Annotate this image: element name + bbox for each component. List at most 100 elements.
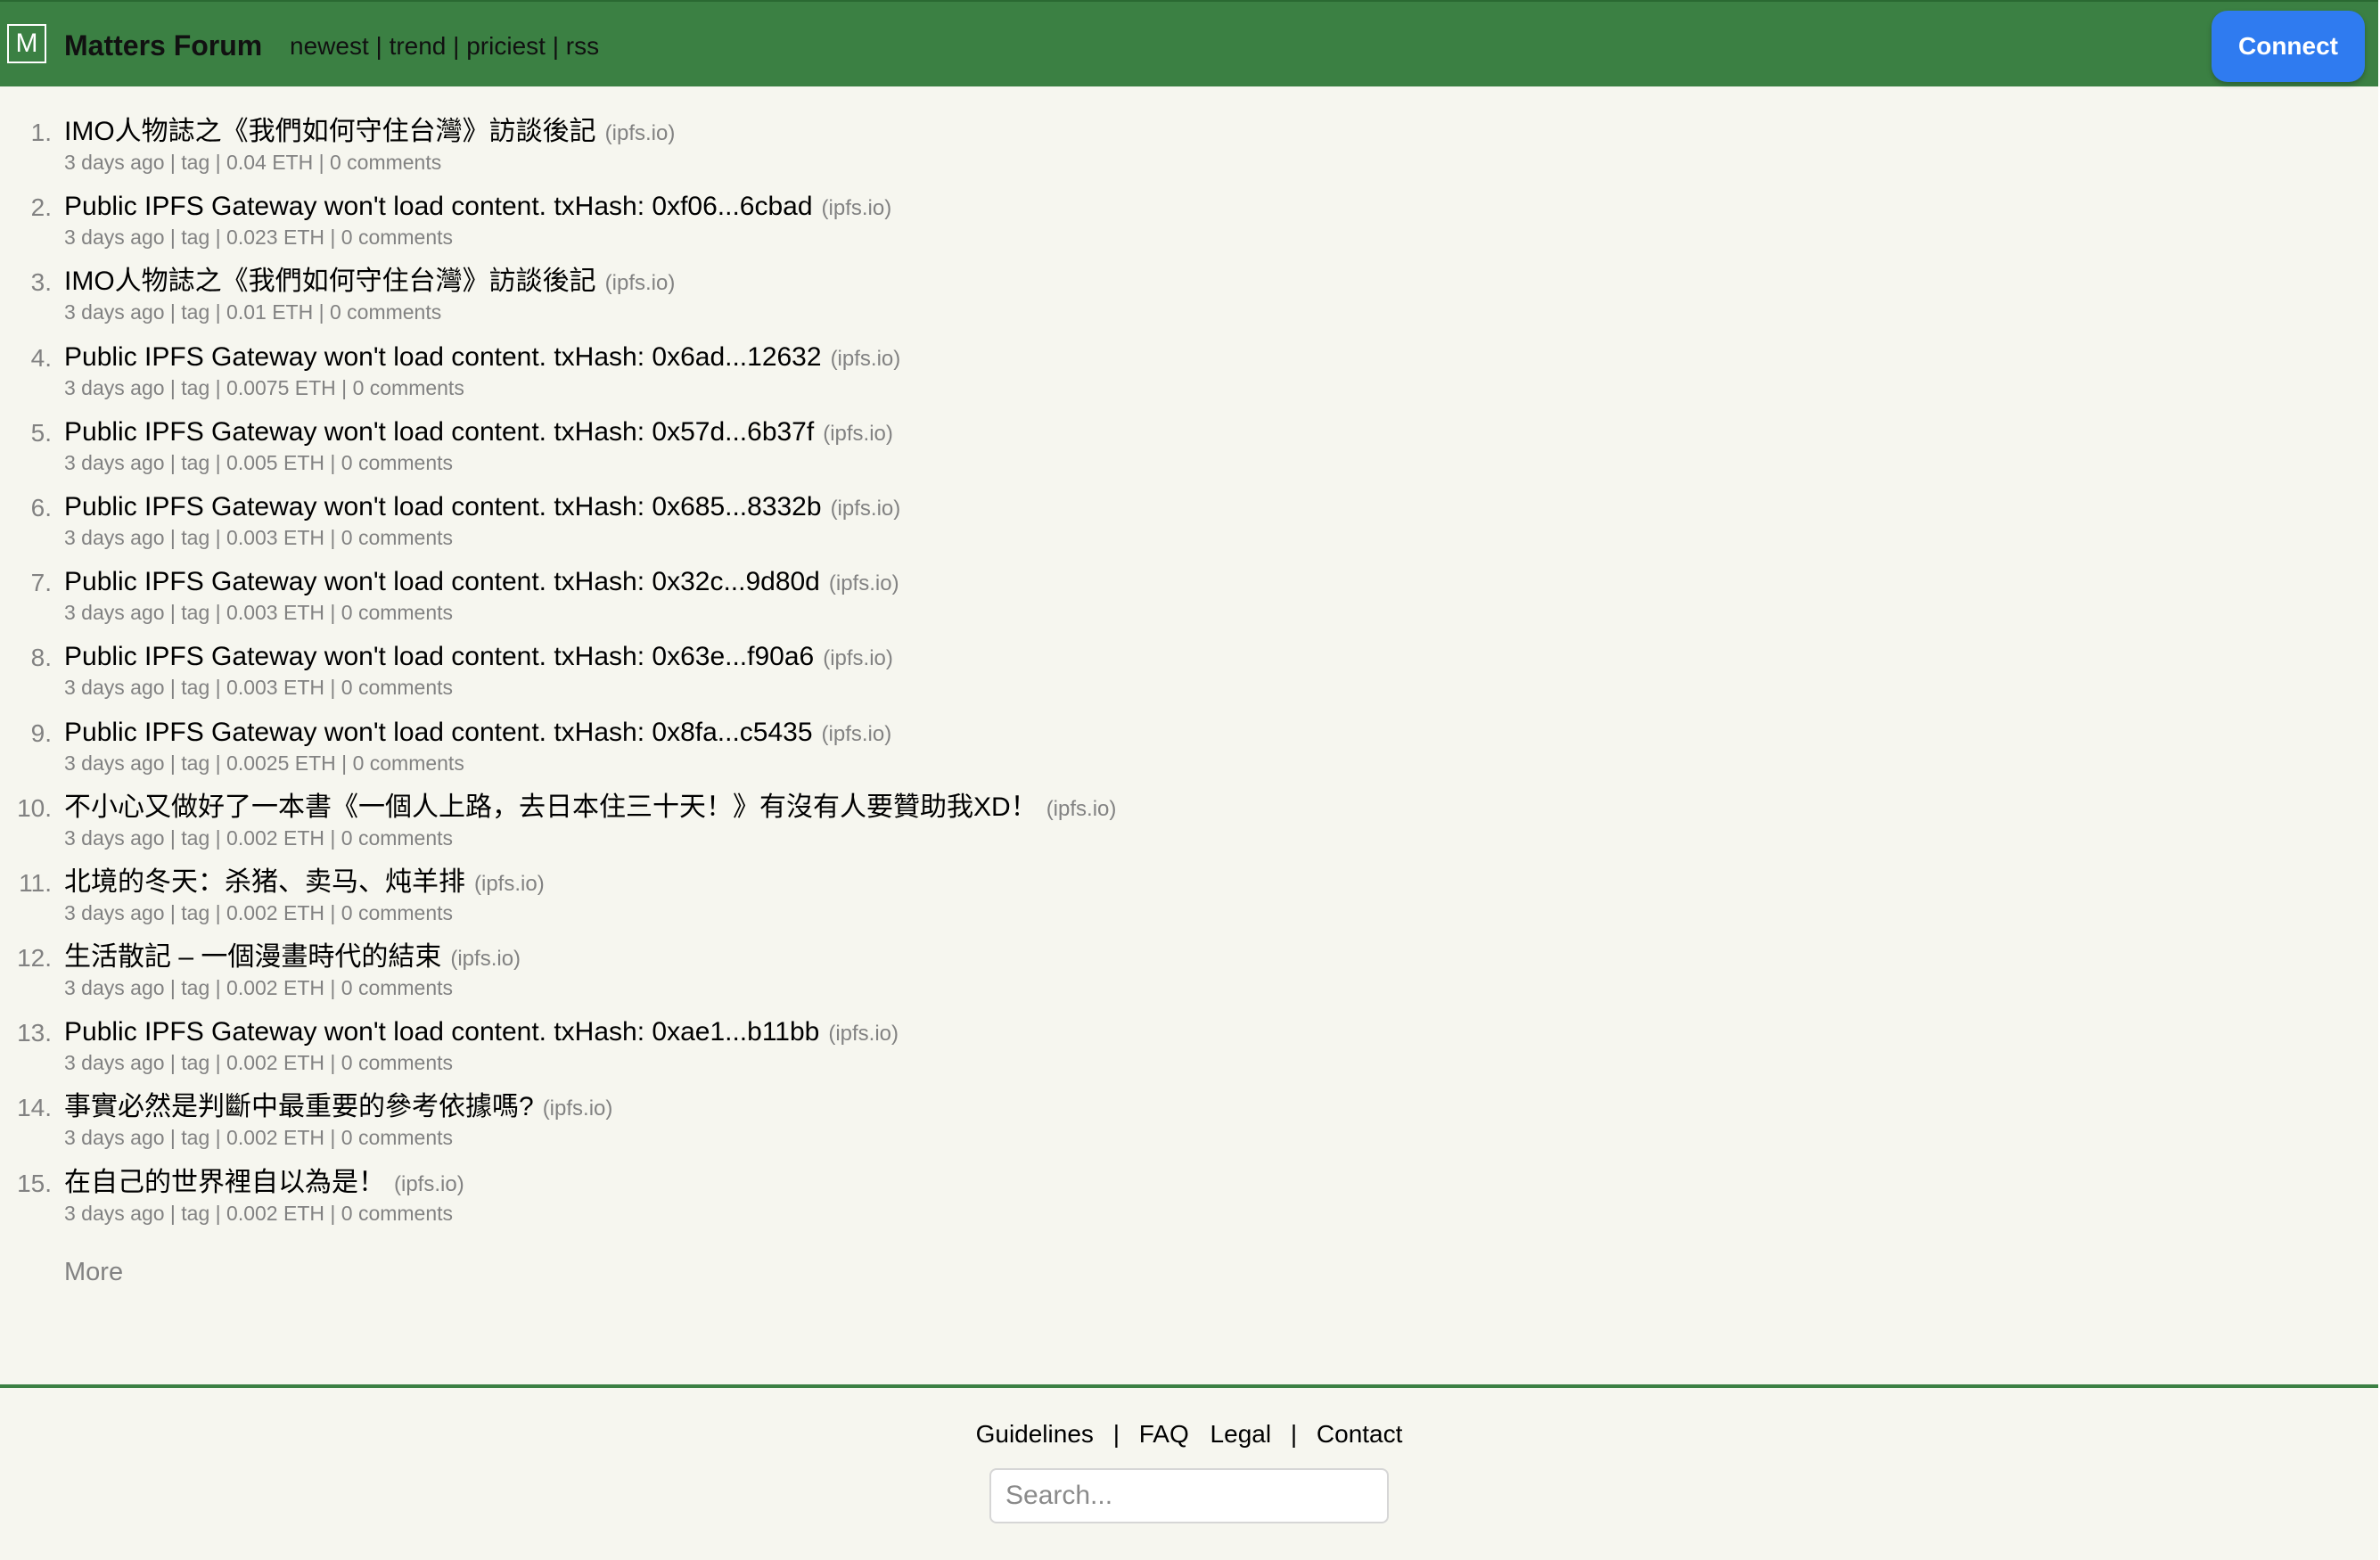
story-title-link[interactable]: Public IPFS Gateway won't load content. … (64, 492, 822, 521)
story-title-link[interactable]: 生活散記 – 一個漫畫時代的結束 (64, 942, 441, 972)
footer-link-faq[interactable]: FAQ (1139, 1420, 1189, 1448)
story-title-line: 北境的冬天：杀猪、卖马、炖羊排 (ipfs.io) (64, 866, 545, 903)
story-age[interactable]: 3 days ago (64, 1051, 165, 1074)
story-age[interactable]: 3 days ago (64, 901, 165, 924)
meta-separator: | (324, 825, 341, 850)
nav-newest[interactable]: newest (290, 32, 369, 60)
story-site[interactable]: (ipfs.io) (828, 1022, 899, 1046)
story-age[interactable]: 3 days ago (64, 676, 165, 699)
story-age[interactable]: 3 days ago (64, 1126, 165, 1149)
story-tag[interactable]: tag (181, 1202, 209, 1225)
story-tag[interactable]: tag (181, 601, 209, 624)
story-tag[interactable]: tag (181, 151, 209, 174)
story-comments[interactable]: 0 comments (341, 1126, 453, 1149)
story-title-link[interactable]: IMO人物誌之《我們如何守住台灣》訪談後記 (64, 117, 596, 146)
story-tag[interactable]: tag (181, 376, 209, 399)
connect-button[interactable]: Connect (2212, 11, 2365, 82)
story-tag[interactable]: tag (181, 751, 209, 775)
story-tag[interactable]: tag (181, 526, 209, 549)
story-site[interactable]: (ipfs.io) (394, 1172, 464, 1196)
story-comments[interactable]: 0 comments (341, 826, 453, 850)
story-title-link[interactable]: Public IPFS Gateway won't load content. … (64, 567, 820, 596)
story-tag[interactable]: tag (181, 676, 209, 699)
story-title-link[interactable]: 北境的冬天：杀猪、卖马、炖羊排 (64, 867, 465, 897)
story-comments[interactable]: 0 comments (341, 526, 453, 549)
story-tag[interactable]: tag (181, 451, 209, 474)
story-age[interactable]: 3 days ago (64, 300, 165, 324)
story-tag[interactable]: tag (181, 300, 209, 324)
story-comments[interactable]: 0 comments (330, 151, 441, 174)
meta-separator: | (324, 900, 341, 924)
story-comments[interactable]: 0 comments (341, 901, 453, 924)
search-input[interactable] (989, 1468, 1389, 1523)
story-title-link[interactable]: Public IPFS Gateway won't load content. … (64, 342, 822, 372)
story-comments[interactable]: 0 comments (341, 676, 453, 699)
story-tag[interactable]: tag (181, 1126, 209, 1149)
story-site[interactable]: (ipfs.io) (823, 646, 893, 670)
story-age[interactable]: 3 days ago (64, 226, 165, 249)
story-site[interactable]: (ipfs.io) (831, 347, 901, 371)
story-title-line: Public IPFS Gateway won't load content. … (64, 416, 893, 453)
story-age[interactable]: 3 days ago (64, 751, 165, 775)
nav-trend[interactable]: trend (390, 32, 447, 60)
more-link[interactable]: More (64, 1257, 123, 1287)
story-age[interactable]: 3 days ago (64, 451, 165, 474)
story-comments[interactable]: 0 comments (341, 226, 453, 249)
story-comments[interactable]: 0 comments (341, 976, 453, 999)
story-meta: 3 days ago | tag | 0.003 ETH | 0 comment… (64, 675, 453, 700)
meta-separator: | (324, 1051, 341, 1075)
story-row: 7. Public IPFS Gateway won't load content… (0, 559, 2378, 634)
story-age[interactable]: 3 days ago (64, 976, 165, 999)
story-site[interactable]: (ipfs.io) (1046, 797, 1117, 821)
story-site[interactable]: (ipfs.io) (829, 571, 899, 595)
story-title-link[interactable]: Public IPFS Gateway won't load content. … (64, 642, 814, 671)
nav-priciest[interactable]: priciest (466, 32, 546, 60)
story-site[interactable]: (ipfs.io) (831, 497, 901, 521)
meta-separator: | (324, 450, 341, 474)
story-age[interactable]: 3 days ago (64, 526, 165, 549)
story-price: 0.01 ETH (226, 300, 314, 324)
story-title-link[interactable]: 事實必然是判斷中最重要的參考依據嗎? (64, 1092, 534, 1121)
nav-rss[interactable]: rss (566, 32, 599, 60)
story-site[interactable]: (ipfs.io) (822, 196, 892, 220)
story-title-line: 在自己的世界裡自以為是！ (ipfs.io) (64, 1167, 464, 1203)
story-tag[interactable]: tag (181, 226, 209, 249)
story-comments[interactable]: 0 comments (353, 751, 464, 775)
story-row: 5. Public IPFS Gateway won't load content… (0, 409, 2378, 484)
site-logo[interactable]: M (7, 24, 46, 63)
story-site[interactable]: (ipfs.io) (543, 1096, 613, 1121)
story-site[interactable]: (ipfs.io) (823, 422, 893, 446)
story-title-link[interactable]: Public IPFS Gateway won't load content. … (64, 718, 813, 747)
story-title-link[interactable]: IMO人物誌之《我們如何守住台灣》訪談後記 (64, 267, 596, 296)
story-tag[interactable]: tag (181, 826, 209, 850)
story-title-link[interactable]: Public IPFS Gateway won't load content. … (64, 1017, 819, 1047)
story-age[interactable]: 3 days ago (64, 601, 165, 624)
story-comments[interactable]: 0 comments (341, 1051, 453, 1074)
footer-link-guidelines[interactable]: Guidelines (976, 1420, 1094, 1448)
story-tag[interactable]: tag (181, 976, 209, 999)
story-site[interactable]: (ipfs.io) (605, 271, 676, 295)
story-site[interactable]: (ipfs.io) (450, 947, 521, 971)
story-site[interactable]: (ipfs.io) (605, 121, 676, 145)
story-site[interactable]: (ipfs.io) (474, 872, 545, 896)
story-comments[interactable]: 0 comments (353, 376, 464, 399)
story-tag[interactable]: tag (181, 901, 209, 924)
story-comments[interactable]: 0 comments (341, 1202, 453, 1225)
story-title-link[interactable]: 不小心又做好了一本書《一個人上路，去日本住三十天！》有沒有人要贊助我XD！ (64, 792, 1038, 822)
footer-link-contact[interactable]: Contact (1317, 1420, 1403, 1448)
site-title[interactable]: Matters Forum (64, 29, 262, 62)
story-comments[interactable]: 0 comments (330, 300, 441, 324)
story-title-link[interactable]: Public IPFS Gateway won't load content. … (64, 417, 814, 447)
story-title-link[interactable]: Public IPFS Gateway won't load content. … (64, 192, 813, 221)
story-age[interactable]: 3 days ago (64, 1202, 165, 1225)
footer-link-legal[interactable]: Legal (1211, 1420, 1272, 1448)
story-age[interactable]: 3 days ago (64, 376, 165, 399)
story-age[interactable]: 3 days ago (64, 826, 165, 850)
story-title-link[interactable]: 在自己的世界裡自以為是！ (64, 1168, 385, 1197)
story-comments[interactable]: 0 comments (341, 451, 453, 474)
story-age[interactable]: 3 days ago (64, 151, 165, 174)
story-site[interactable]: (ipfs.io) (822, 722, 892, 746)
story-tag[interactable]: tag (181, 1051, 209, 1074)
story-comments[interactable]: 0 comments (341, 601, 453, 624)
story-price: 0.002 ETH (226, 1201, 324, 1225)
